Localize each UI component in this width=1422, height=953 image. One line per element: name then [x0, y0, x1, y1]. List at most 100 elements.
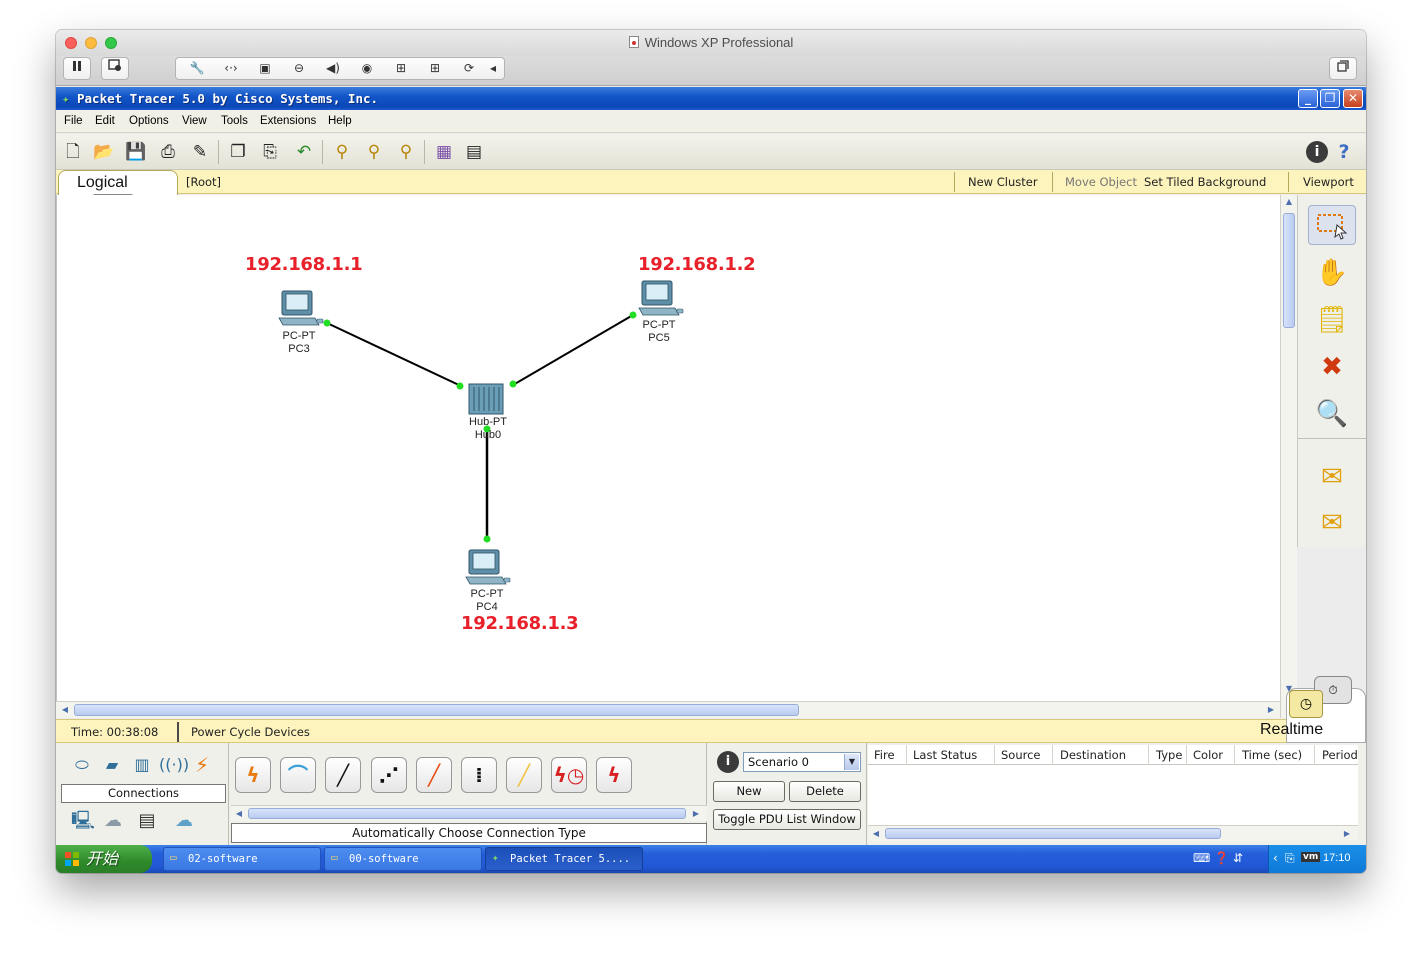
open-folder-icon[interactable]: 📂 [92, 140, 116, 164]
scroll-left-icon[interactable]: ◀ [58, 703, 72, 717]
copy-icon[interactable]: ❐ [226, 140, 250, 164]
sync-icon[interactable]: ⟳ [452, 58, 486, 79]
zoom-in-icon[interactable]: ⚲ [330, 140, 354, 164]
set-tiled-background-button[interactable]: Set Tiled Background [1144, 175, 1266, 189]
link-pc3-hub0[interactable] [326, 322, 462, 387]
column-header[interactable]: Color [1193, 748, 1223, 762]
taskbar-item-active[interactable]: ✦ Packet Tracer 5.... [485, 847, 643, 871]
realtime-label[interactable]: Realtime [1260, 721, 1323, 739]
routers-icon[interactable]: ⬭ [69, 755, 95, 775]
serial-dce-icon[interactable]: ϟ◷ [551, 757, 587, 793]
help-icon[interactable]: ? [1332, 140, 1356, 164]
wireless-devices-icon[interactable]: ((·)) [159, 755, 189, 775]
multiuser-connection-icon[interactable]: ☁ [169, 809, 199, 833]
tray-expand-icon[interactable]: ‹ [1273, 851, 1278, 865]
scroll-left-icon[interactable]: ◀ [232, 807, 246, 820]
scroll-right-icon[interactable]: ▶ [689, 807, 703, 820]
custom-made-devices-icon[interactable]: ▤ [132, 809, 162, 833]
scenario-info-icon[interactable]: i [717, 751, 739, 773]
new-file-icon[interactable]: 🗋 [61, 140, 85, 164]
sound-icon[interactable]: ◀) [316, 58, 350, 79]
switches-icon[interactable]: ▰ [99, 755, 125, 775]
zoom-out-icon[interactable]: ⚲ [394, 140, 418, 164]
undo-icon[interactable]: ↶ [292, 140, 316, 164]
copper-straight-through-icon[interactable]: ╱ [325, 757, 361, 793]
link-pc5-hub0[interactable] [512, 314, 634, 386]
phone-cable-icon[interactable]: ⁞ [461, 757, 497, 793]
end-devices-icon[interactable]: 🖳 [68, 809, 98, 833]
move-object-button[interactable]: Move Object [1065, 175, 1137, 189]
console-cable-icon[interactable]: ⌒ [280, 757, 316, 793]
logical-workspace[interactable]: 192.168.1.1 192.168.1.2 192.168.1.3 PC-P… [56, 195, 1280, 701]
scrollbar-thumb[interactable] [885, 828, 1221, 839]
auto-connection-icon[interactable]: ϟ [235, 757, 271, 793]
app-restore-button[interactable]: ❐ [1320, 89, 1340, 108]
realtime-clock-icon[interactable]: ◷ [1289, 690, 1323, 718]
fiber-icon[interactable]: ╱ [416, 757, 452, 793]
scrollbar-thumb[interactable] [1283, 213, 1295, 328]
scrollbar-thumb[interactable] [74, 704, 799, 716]
column-header[interactable]: Period [1322, 748, 1358, 762]
menu-extensions[interactable]: Extensions [260, 115, 316, 127]
hubs-icon[interactable]: ▥ [129, 755, 155, 775]
column-header[interactable]: Source [1001, 748, 1041, 762]
palette-icon[interactable]: ▦ [432, 140, 456, 164]
app-minimize-button[interactable]: _ [1298, 89, 1318, 108]
activity-wizard-icon[interactable]: ✎ [188, 140, 212, 164]
menu-tools[interactable]: Tools [221, 115, 248, 127]
delete-scenario-button[interactable]: Delete [789, 781, 861, 802]
disk-icon[interactable]: ▣ [248, 58, 282, 79]
power-cycle-devices-button[interactable]: Power Cycle Devices [191, 725, 310, 739]
snapshot-button[interactable] [101, 57, 129, 80]
delete-icon[interactable]: ✖ [1308, 347, 1356, 387]
new-scenario-button[interactable]: New [713, 781, 785, 802]
zoom-reset-icon[interactable]: ⚲ [362, 140, 386, 164]
camera-icon[interactable]: ◉ [350, 58, 384, 79]
network-icon[interactable]: ‹·› [214, 58, 248, 79]
inspect-magnifier-icon[interactable]: 🔍 [1308, 394, 1356, 434]
menu-help[interactable]: Help [328, 115, 352, 127]
column-header[interactable]: Fire [874, 748, 895, 762]
pc4-icon[interactable] [465, 549, 511, 585]
taskbar-item[interactable]: ▭ 00-software [324, 847, 482, 871]
column-header[interactable]: Destination [1060, 748, 1126, 762]
pc5-label[interactable]: PC-PT PC5 [629, 319, 689, 345]
wrench-icon[interactable]: 🔧 [180, 58, 214, 79]
scroll-up-icon[interactable]: ▲ [1283, 197, 1295, 211]
copper-cross-over-icon[interactable]: ⋰ [371, 757, 407, 793]
pc3-label[interactable]: PC-PT PC3 [269, 330, 329, 356]
app-close-button[interactable]: ✕ [1343, 89, 1363, 108]
wan-emulation-icon[interactable]: ☁ [98, 809, 128, 833]
menu-file[interactable]: File [64, 115, 83, 127]
pdu-table-body[interactable] [868, 765, 1358, 825]
menu-edit[interactable]: Edit [95, 115, 115, 127]
print-icon[interactable]: ⎙ [156, 140, 180, 164]
usb-icon[interactable]: ⊞ [418, 58, 452, 79]
move-layout-hand-icon[interactable]: ✋ [1308, 253, 1356, 293]
coaxial-cable-icon[interactable]: ╱ [506, 757, 542, 793]
workspace-vertical-scrollbar[interactable]: ▲ ▼ [1280, 195, 1297, 718]
chevron-down-icon[interactable]: ▼ [844, 754, 859, 770]
workspace-horizontal-scrollbar[interactable]: ◀ ▶ [56, 701, 1280, 718]
serial-dte-icon[interactable]: ϟ [596, 757, 632, 793]
connections-icon[interactable]: ⚡ [189, 755, 215, 775]
chevron-left-icon[interactable]: ◂ [486, 58, 500, 79]
root-breadcrumb[interactable]: [Root] [186, 175, 221, 189]
menu-view[interactable]: View [182, 115, 207, 127]
column-header[interactable]: Time (sec) [1242, 748, 1302, 762]
scroll-right-icon[interactable]: ▶ [1340, 827, 1354, 840]
hub0-icon[interactable] [468, 383, 504, 415]
scroll-right-icon[interactable]: ▶ [1264, 703, 1278, 717]
pc5-icon[interactable] [638, 280, 684, 316]
custom-device-icon[interactable]: ▤ [462, 140, 486, 164]
network-icon[interactable]: ⎘ [1285, 851, 1295, 866]
fullscreen-button[interactable] [1329, 57, 1357, 80]
scenario-select[interactable]: Scenario 0 ▼ [743, 752, 861, 772]
pc4-label[interactable]: PC-PT PC4 [457, 588, 517, 614]
select-tool-button[interactable] [1308, 205, 1356, 245]
info-icon[interactable]: i [1306, 141, 1328, 163]
new-cluster-button[interactable]: New Cluster [968, 175, 1038, 189]
note-icon[interactable]: 🗒 [1308, 300, 1356, 340]
viewport-button[interactable]: Viewport [1303, 175, 1354, 189]
hub0-label[interactable]: Hub-PT Hub0 [458, 416, 518, 442]
